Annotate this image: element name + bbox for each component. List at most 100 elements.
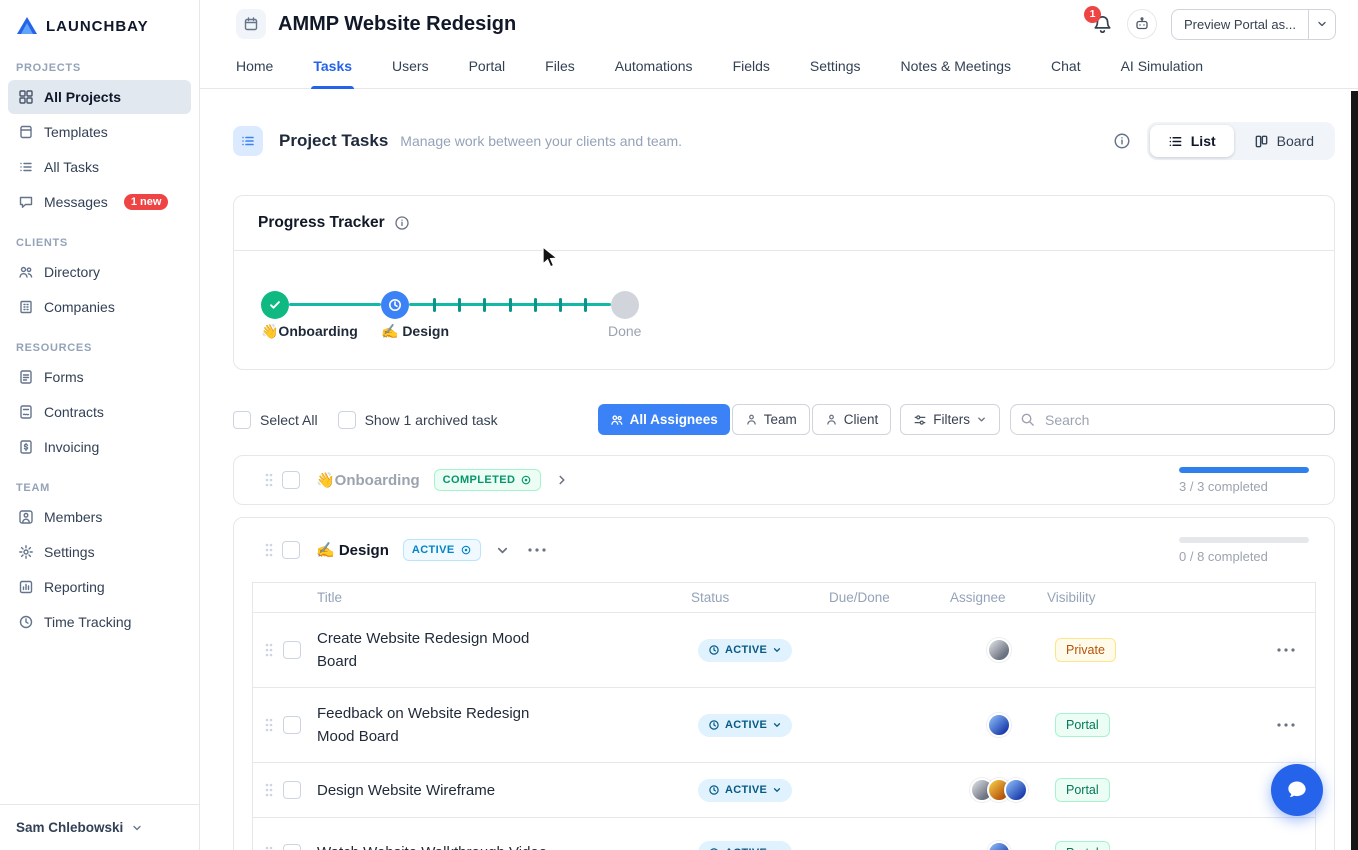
sidebar-item-settings[interactable]: Settings bbox=[8, 535, 191, 569]
project-icon-chip bbox=[236, 9, 266, 39]
sidebar-item-label: Forms bbox=[44, 369, 84, 385]
task-status-dropdown[interactable]: ACTIVE bbox=[698, 713, 793, 737]
visibility-badge[interactable]: Private bbox=[1055, 638, 1116, 662]
task-checkbox[interactable] bbox=[283, 781, 301, 799]
task-status-dropdown[interactable]: ACTIVE bbox=[698, 638, 793, 662]
visibility-badge[interactable]: Portal bbox=[1055, 713, 1110, 737]
chevron-down-icon[interactable] bbox=[1308, 9, 1335, 39]
column-title: Title bbox=[317, 590, 343, 605]
task-title[interactable]: Design Website Wireframe bbox=[317, 779, 557, 802]
tab-files[interactable]: Files bbox=[545, 44, 575, 88]
info-icon[interactable] bbox=[1113, 132, 1131, 150]
step-done-circle[interactable] bbox=[611, 291, 639, 319]
app: LAUNCHBAY PROJECTS All Projects Template… bbox=[0, 0, 1358, 850]
info-icon[interactable] bbox=[394, 215, 410, 231]
sidebar-item-label: Time Tracking bbox=[44, 614, 132, 630]
sidebar-item-directory[interactable]: Directory bbox=[8, 255, 191, 289]
tab-home[interactable]: Home bbox=[236, 44, 273, 88]
tab-ai-simulation[interactable]: AI Simulation bbox=[1121, 44, 1203, 88]
drag-handle-icon[interactable] bbox=[264, 472, 274, 488]
ai-assistant-button[interactable] bbox=[1127, 9, 1157, 39]
preview-portal-label: Preview Portal as... bbox=[1184, 16, 1296, 32]
list-view-label: List bbox=[1190, 133, 1216, 149]
step-label-design: ✍️ Design bbox=[381, 323, 449, 339]
chevron-down-icon bbox=[976, 414, 987, 425]
notifications-button[interactable]: 1 bbox=[1084, 5, 1113, 35]
table-row: Feedback on Website Redesign Mood Board … bbox=[253, 688, 1315, 763]
more-options-icon[interactable] bbox=[1277, 723, 1315, 727]
drag-handle-icon[interactable] bbox=[264, 542, 274, 558]
column-due-done: Due/Done bbox=[829, 590, 890, 605]
chat-launcher-button[interactable] bbox=[1271, 764, 1323, 816]
chevron-down-icon[interactable] bbox=[495, 543, 510, 558]
show-archived-checkbox[interactable] bbox=[337, 410, 356, 429]
progress-tick bbox=[559, 298, 562, 312]
tab-users[interactable]: Users bbox=[392, 44, 429, 88]
board-view-button[interactable]: Board bbox=[1236, 125, 1332, 157]
task-title[interactable]: Watch Website Walkthrough Video bbox=[317, 841, 557, 850]
all-assignees-button[interactable]: All Assignees bbox=[597, 404, 730, 435]
filters-label: Filters bbox=[933, 412, 970, 427]
sidebar-section-projects: PROJECTS bbox=[16, 62, 81, 74]
visibility-badge[interactable]: Portal bbox=[1055, 778, 1110, 802]
drag-handle-icon[interactable] bbox=[264, 782, 283, 798]
drag-handle-icon[interactable] bbox=[264, 845, 283, 850]
preview-portal-button[interactable]: Preview Portal as... bbox=[1171, 8, 1336, 40]
avatar bbox=[986, 840, 1011, 850]
tab-notes-meetings[interactable]: Notes & Meetings bbox=[901, 44, 1012, 88]
sidebar-item-time-tracking[interactable]: Time Tracking bbox=[8, 605, 191, 639]
step-onboarding-circle[interactable] bbox=[261, 291, 289, 319]
more-options-icon[interactable] bbox=[1277, 648, 1315, 652]
list-icon bbox=[18, 159, 34, 175]
client-filter-button[interactable]: Client bbox=[811, 404, 892, 435]
sidebar-item-all-tasks[interactable]: All Tasks bbox=[8, 150, 191, 184]
status-target-icon bbox=[460, 544, 472, 556]
tab-settings[interactable]: Settings bbox=[810, 44, 861, 88]
search-input[interactable] bbox=[1010, 404, 1335, 435]
tab-automations[interactable]: Automations bbox=[615, 44, 693, 88]
task-checkbox[interactable] bbox=[283, 843, 301, 850]
drag-handle-icon[interactable] bbox=[264, 642, 283, 658]
show-archived-label: Show 1 archived task bbox=[364, 411, 498, 428]
launchbay-logo-icon bbox=[16, 16, 38, 36]
task-status-dropdown[interactable]: ACTIVE bbox=[698, 778, 793, 802]
step-label-onboarding: 👋Onboarding bbox=[261, 323, 358, 339]
step-design-circle[interactable] bbox=[381, 291, 409, 319]
chevron-right-icon[interactable] bbox=[555, 473, 569, 487]
sidebar-item-companies[interactable]: Companies bbox=[8, 290, 191, 324]
tab-portal[interactable]: Portal bbox=[469, 44, 506, 88]
sidebar-item-invoicing[interactable]: Invoicing bbox=[8, 430, 191, 464]
user-menu[interactable]: Sam Chlebowski bbox=[0, 804, 199, 850]
select-all-checkbox[interactable] bbox=[233, 410, 251, 429]
tab-tasks[interactable]: Tasks bbox=[311, 44, 354, 89]
sidebar-item-members[interactable]: Members bbox=[8, 500, 191, 534]
team-filter-button[interactable]: Team bbox=[731, 404, 810, 435]
drag-handle-icon[interactable] bbox=[264, 717, 283, 733]
task-title[interactable]: Create Website Redesign Mood Board bbox=[317, 627, 557, 673]
sidebar-item-templates[interactable]: Templates bbox=[8, 115, 191, 149]
list-view-button[interactable]: List bbox=[1149, 125, 1234, 157]
main-area: AMMP Website Redesign 1 Preview Portal a… bbox=[200, 0, 1358, 850]
tab-fields[interactable]: Fields bbox=[733, 44, 770, 88]
status-target-icon bbox=[520, 474, 532, 486]
more-options-icon[interactable] bbox=[528, 548, 546, 552]
visibility-badge[interactable]: Portal bbox=[1055, 840, 1110, 850]
tab-chat[interactable]: Chat bbox=[1051, 44, 1081, 88]
group-checkbox[interactable] bbox=[282, 541, 300, 559]
filters-button[interactable]: Filters bbox=[900, 404, 1000, 435]
sidebar-item-label: Templates bbox=[44, 124, 108, 140]
sidebar-item-contracts[interactable]: Contracts bbox=[8, 395, 191, 429]
scrollbar[interactable] bbox=[1351, 91, 1358, 850]
sidebar-item-messages[interactable]: Messages 1 new bbox=[8, 185, 191, 219]
task-checkbox[interactable] bbox=[283, 716, 301, 734]
people-icon bbox=[610, 413, 624, 427]
task-status-dropdown[interactable]: ACTIVE bbox=[698, 841, 793, 850]
group-checkbox[interactable] bbox=[282, 471, 300, 489]
sidebar-item-reporting[interactable]: Reporting bbox=[8, 570, 191, 604]
task-title[interactable]: Feedback on Website Redesign Mood Board bbox=[317, 702, 557, 748]
task-checkbox[interactable] bbox=[283, 641, 301, 659]
sidebar-item-forms[interactable]: Forms bbox=[8, 360, 191, 394]
table-row: Watch Website Walkthrough Video ACTIVE P… bbox=[253, 818, 1315, 850]
sidebar-section-resources: RESOURCES bbox=[16, 342, 92, 354]
sidebar-item-all-projects[interactable]: All Projects bbox=[8, 80, 191, 114]
